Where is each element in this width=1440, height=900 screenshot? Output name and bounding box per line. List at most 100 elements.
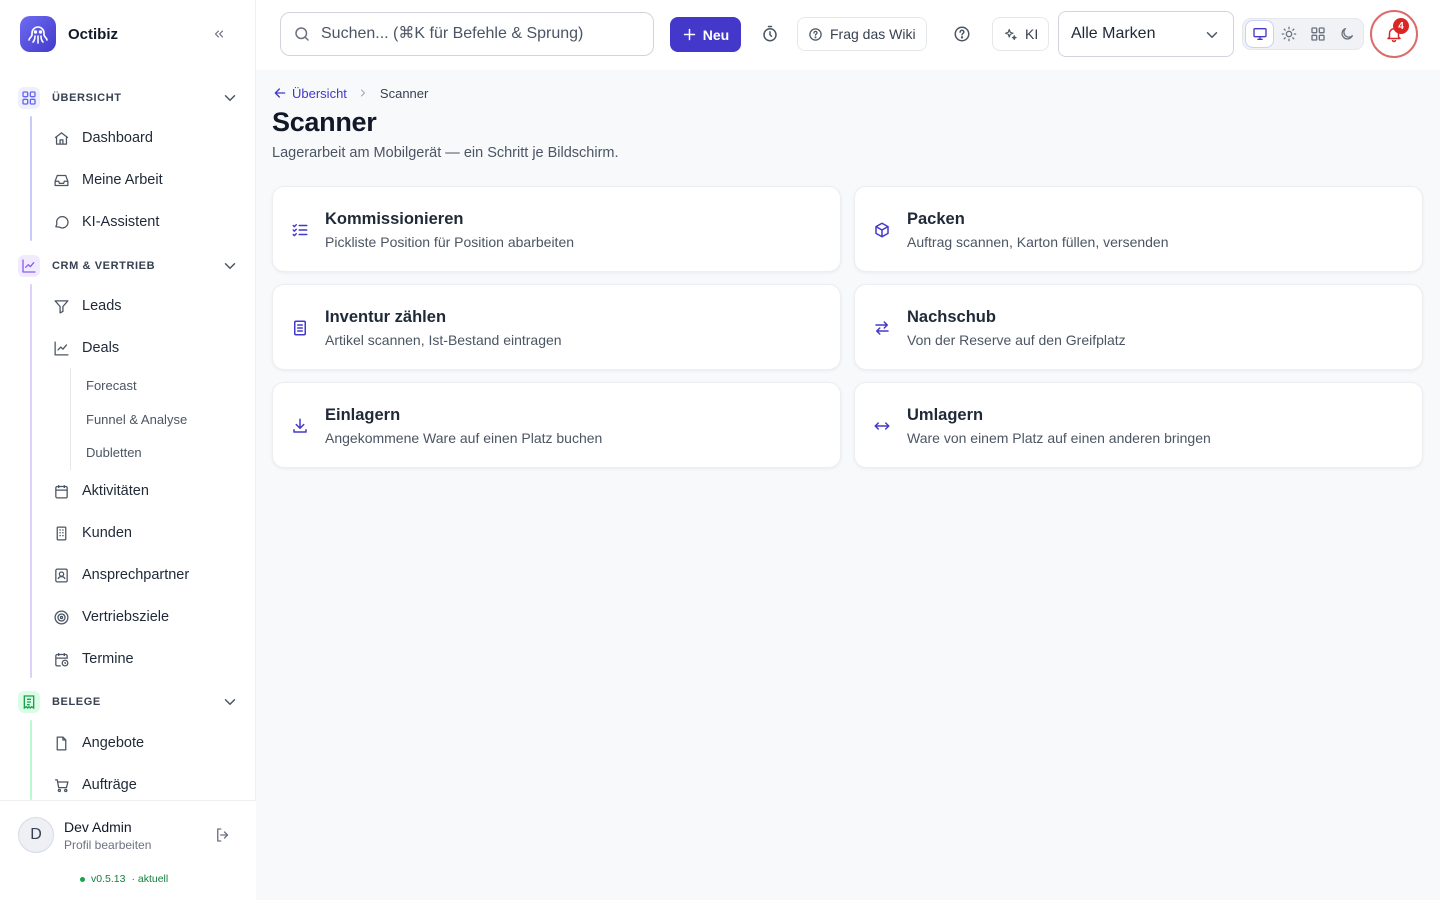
sidebar-item-dashboard[interactable]: Dashboard	[40, 120, 240, 156]
chevrons-left-icon	[214, 30, 224, 38]
card-nachschub[interactable]: Nachschub Von der Reserve auf den Greifp…	[854, 284, 1423, 370]
theme-light[interactable]	[1275, 21, 1302, 47]
card-description: Angekommene Ware auf einen Platz buchen	[325, 430, 603, 446]
sidebar-item-label: Angebote	[82, 735, 145, 751]
monitor-icon	[1252, 27, 1267, 40]
section-crm-vertrieb[interactable]: CRM & VERTRIEB	[18, 254, 240, 278]
file-icon	[52, 734, 70, 752]
arrow-left-icon	[274, 88, 286, 98]
breadcrumb-back-link[interactable]: Übersicht	[272, 85, 347, 101]
calendar-clock-icon	[52, 650, 70, 668]
sidebar-item-meine-arbeit[interactable]: Meine Arbeit	[40, 162, 240, 198]
stopwatch-icon	[763, 25, 777, 42]
collapse-sidebar-button[interactable]	[208, 24, 230, 44]
sidebar-item-ki-assistent[interactable]: KI-Assistent	[40, 204, 240, 240]
ask-wiki-button[interactable]: Frag das Wiki	[797, 17, 927, 51]
calendar-icon	[52, 482, 70, 500]
timer-button[interactable]	[758, 22, 782, 46]
section-label: BELEGE	[52, 696, 101, 708]
clipboard-icon	[291, 319, 309, 337]
sidebar-item-label: Deals	[82, 340, 120, 356]
card-title: Kommissionieren	[325, 210, 464, 228]
card-inventur-zaehlen[interactable]: Inventur zählen Artikel scannen, Ist-Bes…	[272, 284, 841, 370]
section-uebersicht[interactable]: ÜBERSICHT	[18, 86, 240, 110]
chat-icon	[52, 213, 70, 231]
filter-icon	[52, 297, 70, 315]
sidebar-item-ansprechpartner[interactable]: Ansprechpartner	[40, 557, 240, 593]
chevron-right-icon	[357, 87, 369, 99]
sidebar-item-label: Aktivitäten	[82, 483, 149, 499]
receipt-icon	[18, 691, 40, 713]
sidebar-item-kunden[interactable]: Kunden	[40, 515, 240, 551]
app-name: Octibiz	[68, 25, 119, 43]
home-icon	[52, 129, 70, 147]
card-packen[interactable]: Packen Auftrag scannen, Karton füllen, v…	[854, 186, 1423, 272]
sidebar-item-label: Leads	[82, 298, 122, 314]
cart-icon	[52, 776, 70, 794]
chevron-down-icon	[220, 256, 240, 276]
sidebar-item-deals[interactable]: Deals	[40, 330, 240, 366]
search-box[interactable]	[280, 12, 654, 56]
help-button[interactable]	[950, 22, 974, 46]
notification-count-badge: 4	[1393, 18, 1409, 34]
sidebar-item-aktivitaeten[interactable]: Aktivitäten	[40, 473, 240, 509]
section-label: ÜBERSICHT	[52, 92, 122, 104]
arrows-horizontal-icon	[873, 417, 891, 435]
trend-icon	[18, 255, 40, 277]
notifications-button[interactable]: 4	[1370, 10, 1418, 58]
sidebar-item-label: Dashboard	[82, 130, 153, 146]
page-title: Scanner	[272, 107, 377, 137]
inbox-icon	[52, 171, 70, 189]
chevron-down-icon	[1206, 32, 1218, 39]
ki-button[interactable]: KI	[992, 17, 1050, 51]
section-label: CRM & VERTRIEB	[52, 260, 156, 272]
theme-dark[interactable]	[1333, 21, 1360, 47]
brand[interactable]: Octibiz	[20, 16, 118, 52]
help-circle-icon	[809, 27, 822, 41]
sparkles-icon	[1004, 28, 1017, 40]
sun-icon	[1281, 26, 1296, 42]
brand-filter-select[interactable]: Alle Marken	[1058, 11, 1234, 57]
moon-icon	[1340, 28, 1353, 40]
sidebar-item-auftraege[interactable]: Aufträge	[40, 767, 240, 800]
new-button[interactable]: Neu	[670, 17, 741, 52]
sidebar-item-angebote[interactable]: Angebote	[40, 725, 240, 761]
chevron-down-icon	[220, 692, 240, 712]
sidebar-item-termine[interactable]: Termine	[40, 641, 240, 677]
logout-icon	[217, 828, 229, 842]
topbar: Neu Frag das Wiki KI Alle Marken 4	[256, 0, 1440, 70]
card-description: Ware von einem Platz auf einen anderen b…	[907, 430, 1211, 446]
sidebar-item-vertriebsziele[interactable]: Vertriebsziele	[40, 599, 240, 635]
theme-system[interactable]	[1246, 21, 1273, 47]
ask-wiki-label: Frag das Wiki	[830, 26, 916, 42]
logout-button[interactable]	[213, 825, 233, 845]
breadcrumb-current: Scanner	[379, 85, 429, 101]
card-title: Packen	[907, 210, 965, 228]
trend-icon	[52, 339, 70, 357]
card-kommissionieren[interactable]: Kommissionieren Pickliste Position für P…	[272, 186, 841, 272]
edit-profile-link[interactable]: Profil bearbeiten	[64, 838, 151, 852]
theme-compact[interactable]	[1304, 21, 1331, 47]
search-input[interactable]	[321, 25, 641, 43]
search-icon	[295, 27, 309, 41]
sub-nav-line	[70, 368, 71, 470]
card-title: Einlagern	[325, 406, 401, 424]
sidebar-subitem-funnel-analyse[interactable]: Funnel & Analyse	[86, 408, 187, 430]
sidebar-item-leads[interactable]: Leads	[40, 288, 240, 324]
user-name[interactable]: Dev Admin	[64, 819, 132, 835]
box-icon	[873, 221, 891, 239]
sidebar-item-label: Kunden	[82, 525, 132, 541]
avatar[interactable]: D	[18, 817, 54, 853]
sidebar-subitem-dubletten[interactable]: Dubletten	[86, 441, 142, 463]
card-umlagern[interactable]: Umlagern Ware von einem Platz auf einen …	[854, 382, 1423, 468]
section-belege[interactable]: BELEGE	[18, 690, 240, 714]
sidebar: Octibiz ÜBERSICHT Dashboard Meine Arbeit…	[0, 0, 256, 900]
help-circle-icon	[954, 26, 970, 42]
brand-filter-value: Alle Marken	[1071, 25, 1156, 42]
contact-icon	[52, 566, 70, 584]
plus-icon	[683, 28, 696, 41]
card-einlagern[interactable]: Einlagern Angekommene Ware auf einen Pla…	[272, 382, 841, 468]
version-status: · aktuell	[131, 873, 169, 885]
sidebar-subitem-forecast[interactable]: Forecast	[86, 374, 137, 396]
card-title: Inventur zählen	[325, 308, 447, 326]
